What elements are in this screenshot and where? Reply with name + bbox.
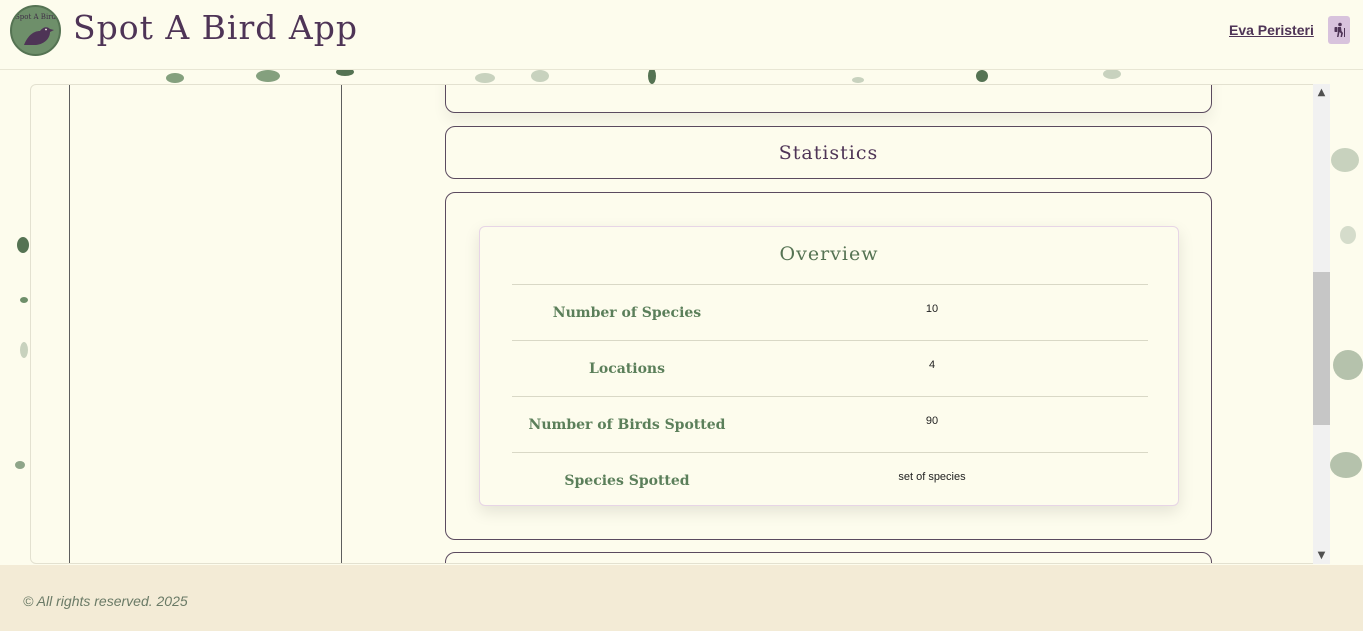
side-panel (69, 85, 342, 563)
statistics-title: Statistics (778, 141, 879, 164)
previous-card (445, 85, 1212, 113)
statistics-header-card: Statistics (445, 126, 1212, 179)
bird-icon (24, 27, 54, 45)
overview-table: Number of Species 10 Locations 4 Number … (512, 284, 1148, 508)
app-header: Spot A Bird Spot A Bird App Eva Perister… (0, 0, 1363, 70)
next-card (445, 552, 1212, 563)
app-title: Spot A Bird App (73, 8, 358, 47)
stat-label-species-spotted: Species Spotted (564, 473, 690, 489)
content-frame: Statistics Overview Number of Species 10… (30, 84, 1330, 564)
app-logo[interactable]: Spot A Bird (10, 5, 61, 56)
user-profile-link[interactable]: Eva Peristeri (1229, 22, 1314, 38)
user-menu-button[interactable] (1328, 16, 1350, 44)
stat-label-birds-spotted: Number of Birds Spotted (528, 417, 726, 433)
table-row: Species Spotted set of species (512, 452, 1148, 508)
vertical-scrollbar[interactable]: ▲ ▼ (1313, 84, 1330, 564)
scroll-down-arrow-icon[interactable]: ▼ (1313, 547, 1330, 564)
table-row: Number of Species 10 (512, 284, 1148, 340)
stat-value-locations: 4 (928, 359, 936, 371)
overview-title: Overview (779, 243, 879, 265)
page-footer: © All rights reserved. 2025 (0, 565, 1363, 631)
scroll-thumb[interactable] (1313, 272, 1330, 425)
table-row: Number of Birds Spotted 90 (512, 396, 1148, 452)
statistics-card: Overview Number of Species 10 Locations … (445, 192, 1212, 540)
stat-label-species-count: Number of Species (552, 305, 702, 321)
scroll-up-arrow-icon[interactable]: ▲ (1313, 84, 1330, 101)
hiker-icon (1334, 22, 1345, 37)
stat-value-species-spotted: set of species (898, 471, 966, 483)
stat-value-species-count: 10 (925, 303, 939, 315)
stat-label-locations: Locations (589, 361, 665, 377)
copyright-text: © All rights reserved. 2025 (23, 593, 188, 609)
stat-value-birds-spotted: 90 (925, 415, 939, 427)
table-row: Locations 4 (512, 340, 1148, 396)
overview-panel: Overview Number of Species 10 Locations … (479, 226, 1179, 506)
